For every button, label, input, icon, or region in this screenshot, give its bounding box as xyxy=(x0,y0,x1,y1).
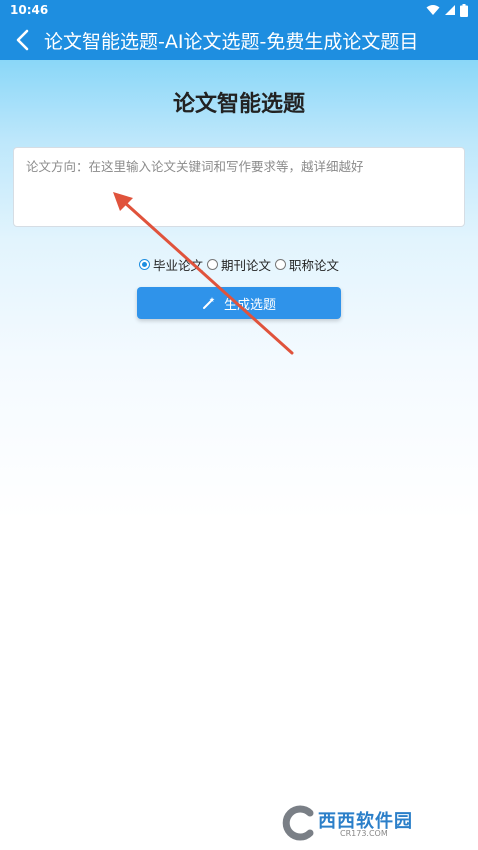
radio-label: 职称论文 xyxy=(289,258,340,273)
cellular-signal-icon xyxy=(445,5,455,15)
page-header-title: 论文智能选题-AI论文选题-免费生成论文题目 xyxy=(44,30,419,53)
watermark-subtext: CR173.COM xyxy=(340,829,388,838)
wifi-icon xyxy=(426,5,440,15)
logo-c-icon xyxy=(282,805,314,841)
generate-topics-button[interactable]: 生成选题 xyxy=(137,287,341,319)
generate-button-label: 生成选题 xyxy=(223,297,276,313)
status-time: 10:46 xyxy=(10,3,49,17)
radio-option-journal-paper[interactable]: 期刊论文 xyxy=(206,255,271,274)
radio-button[interactable] xyxy=(275,259,286,270)
radio-label: 毕业论文 xyxy=(152,258,203,273)
watermark-logo: 西西软件园 CR173.COM xyxy=(280,803,460,843)
battery-icon xyxy=(460,3,468,17)
app-header: 论文智能选题-AI论文选题-免费生成论文题目 xyxy=(0,20,478,60)
chevron-left-icon xyxy=(16,29,29,51)
radio-option-graduation-thesis[interactable]: 毕业论文 xyxy=(138,255,203,274)
magic-wand-icon xyxy=(202,297,215,309)
radio-label: 期刊论文 xyxy=(220,258,271,273)
paper-type-radio-group: 毕业论文 期刊论文 职称论文 xyxy=(0,255,478,274)
radio-button-checked[interactable] xyxy=(138,259,150,270)
status-bar: 10:46 xyxy=(0,0,478,20)
radio-button[interactable] xyxy=(206,259,218,270)
status-icons xyxy=(426,3,468,17)
page-title: 论文智能选题 xyxy=(172,92,305,117)
topic-input[interactable] xyxy=(13,147,465,227)
annotation-arrow xyxy=(113,192,294,355)
back-button[interactable] xyxy=(0,20,44,60)
radio-option-professional-title-paper[interactable]: 职称论文 xyxy=(275,255,339,274)
